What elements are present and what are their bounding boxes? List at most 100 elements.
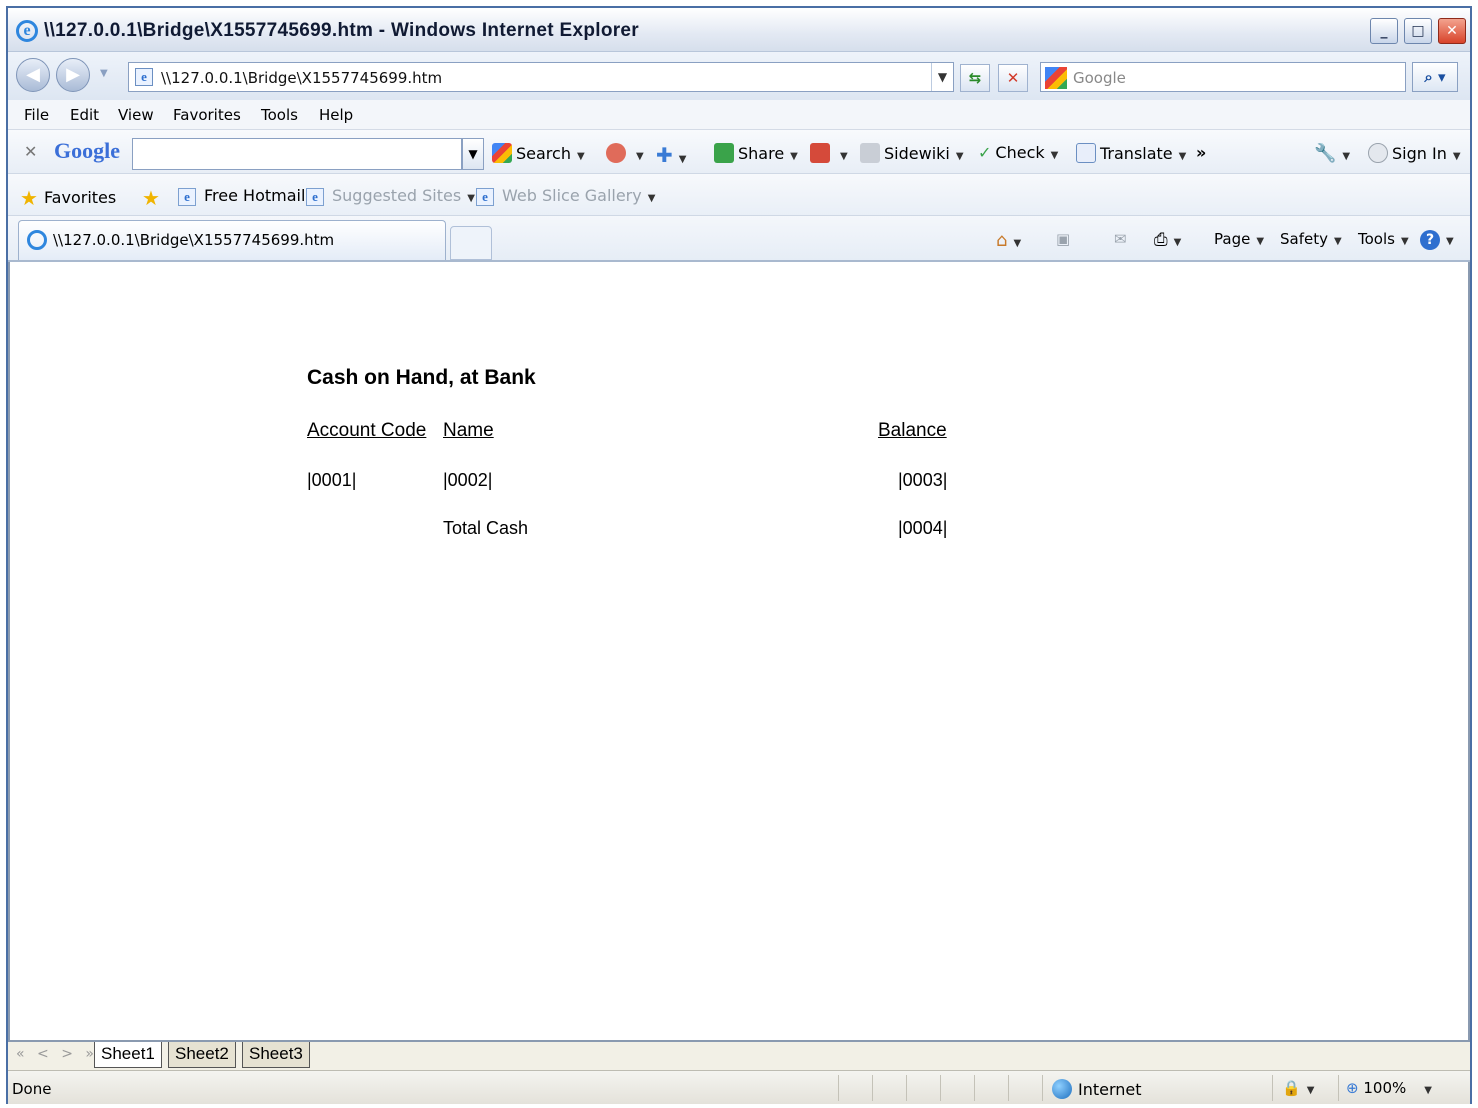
settings-wrench-button[interactable]: 🔧 ▼	[1314, 143, 1350, 164]
report-title: Cash on Hand, at Bank	[307, 366, 536, 389]
read-mail-button[interactable]: ✉	[1114, 230, 1127, 248]
feeds-button[interactable]: ▣	[1056, 230, 1070, 248]
printer-icon: ⎙	[1154, 230, 1168, 250]
sheet-tab-bar: « < > » Sheet1 Sheet2 Sheet3	[8, 1040, 1470, 1070]
translate-button[interactable]: Translate ▼	[1076, 143, 1186, 163]
tab-current[interactable]: \\127.0.0.1\Bridge\X1557745699.htm	[18, 220, 446, 260]
share-icon	[714, 143, 734, 163]
check-label: Check	[995, 143, 1045, 162]
favlink-label: Free Hotmail	[204, 186, 306, 205]
favorites-star-icon: ★	[20, 186, 38, 210]
history-dropdown-icon[interactable]: ▼	[100, 68, 108, 79]
header-account-code: Account Code	[307, 420, 427, 441]
protected-mode-button[interactable]: 🔒 ▼	[1282, 1079, 1314, 1097]
share-label: Share	[738, 144, 785, 163]
account-icon	[1368, 143, 1388, 163]
window-title: \\127.0.0.1\Bridge\X1557745699.htm - Win…	[44, 20, 639, 41]
print-button[interactable]: ⎙ ▼	[1154, 230, 1181, 250]
tools-menu[interactable]: Tools ▼	[1358, 230, 1409, 248]
favlink-free-hotmail[interactable]: e Free Hotmail	[178, 186, 305, 206]
translate-label: Translate	[1100, 144, 1173, 163]
status-divider	[872, 1075, 873, 1101]
google-search-button[interactable]: Search ▼	[492, 143, 585, 163]
ie-page-icon: e	[306, 188, 324, 206]
address-dropdown-icon[interactable]: ▼	[931, 63, 953, 91]
add-button[interactable]: ✚ ▼	[656, 143, 686, 167]
wrench-icon: 🔧	[1314, 143, 1337, 164]
favorites-button[interactable]: ★ Favorites	[20, 186, 116, 210]
sheet-tab-2[interactable]: Sheet2	[168, 1042, 236, 1068]
sign-in-button[interactable]: Sign In ▼	[1368, 143, 1461, 163]
lock-icon: 🔒	[1282, 1079, 1301, 1097]
google-toolbar-dropdown-icon[interactable]: ▼	[462, 138, 484, 170]
menu-tools[interactable]: Tools	[261, 106, 298, 124]
search-box[interactable]: Google	[1040, 62, 1406, 92]
back-button[interactable]: ◀	[16, 58, 50, 92]
page-menu[interactable]: Page ▼	[1214, 230, 1264, 248]
favlink-suggested-sites[interactable]: e Suggested Sites ▼	[306, 186, 475, 206]
home-icon: ⌂	[996, 230, 1008, 251]
mail-icon: ✉	[1114, 230, 1127, 248]
help-button[interactable]: ? ▼	[1420, 230, 1454, 250]
menu-favorites[interactable]: Favorites	[173, 106, 241, 124]
minimize-button[interactable]: _	[1370, 18, 1398, 44]
total-value: |0004|	[898, 518, 948, 538]
menu-edit[interactable]: Edit	[70, 106, 99, 124]
close-toolbar-icon[interactable]: ✕	[24, 142, 37, 161]
tools-menu-label: Tools	[1358, 230, 1395, 248]
forward-button[interactable]: ▶	[56, 58, 90, 92]
translate-icon	[1076, 143, 1096, 163]
cell-balance: |0003|	[898, 470, 948, 490]
status-divider	[1272, 1075, 1273, 1101]
sidewiki-label: Sidewiki	[884, 144, 950, 163]
menu-help[interactable]: Help	[319, 106, 353, 124]
sheet-nav-arrows[interactable]: « < > »	[16, 1046, 98, 1062]
ie-page-icon: e	[476, 188, 494, 206]
more-chevron-icon[interactable]: »	[1196, 143, 1206, 162]
close-button[interactable]: ✕	[1438, 18, 1466, 44]
stop-button[interactable]: ✕	[998, 64, 1028, 92]
zoom-level: 100%	[1363, 1079, 1407, 1097]
address-url[interactable]: \\127.0.0.1\Bridge\X1557745699.htm	[161, 69, 442, 87]
google-toolbar: ✕ Google ▼ Search ▼ ▼ ✚ ▼ Share ▼ ▼ Sidewik…	[8, 130, 1470, 174]
sidewiki-button[interactable]: Sidewiki ▼	[860, 143, 964, 163]
safety-menu[interactable]: Safety ▼	[1280, 230, 1342, 248]
favlink-label: Web Slice Gallery	[502, 186, 642, 205]
menu-view[interactable]: View	[118, 106, 154, 124]
add-to-favorites-button[interactable]: ★	[142, 186, 166, 210]
address-row: ◀ ▶ ▼ e \\127.0.0.1\Bridge\X1557745699.h…	[8, 52, 1470, 100]
favlink-web-slice-gallery[interactable]: e Web Slice Gallery ▼	[476, 186, 655, 206]
status-divider	[974, 1075, 975, 1101]
ie-tab-icon	[27, 230, 47, 250]
browser-window: e \\127.0.0.1\Bridge\X1557745699.htm - W…	[6, 6, 1472, 1104]
home-button[interactable]: ⌂ ▼	[996, 230, 1021, 251]
security-zone[interactable]: Internet	[1052, 1079, 1142, 1099]
new-tab-button[interactable]	[450, 226, 492, 260]
zoom-control[interactable]: ⊕ 100% ▼	[1346, 1079, 1432, 1097]
ie-page-icon: e	[178, 188, 196, 206]
plus-icon: ✚	[656, 143, 673, 167]
status-divider	[1042, 1075, 1043, 1101]
search-button[interactable]: ⌕ ▾	[1412, 62, 1458, 92]
google-logo-text: Google	[54, 138, 120, 163]
bookmark-icon	[606, 143, 626, 163]
google-toolbar-input[interactable]	[132, 138, 462, 170]
bookmarks-button[interactable]: ▼	[606, 143, 644, 163]
sheet-tab-3[interactable]: Sheet3	[242, 1042, 310, 1068]
address-bar[interactable]: e \\127.0.0.1\Bridge\X1557745699.htm ▼	[128, 62, 954, 92]
menu-file[interactable]: File	[24, 106, 49, 124]
favorites-bar: ★ Favorites ★ e Free Hotmail e Suggested Si…	[8, 174, 1470, 216]
google-search-icon	[1045, 67, 1067, 89]
search-placeholder[interactable]: Google	[1073, 69, 1126, 87]
cell-account-code: |0001|	[307, 470, 357, 490]
refresh-button[interactable]: ⇆	[960, 64, 990, 92]
share-button[interactable]: Share ▼	[714, 143, 798, 163]
sheet-tab-1[interactable]: Sheet1	[94, 1042, 162, 1068]
popup-blocker-icon	[810, 143, 830, 163]
maximize-button[interactable]: □	[1404, 18, 1432, 44]
zone-label: Internet	[1078, 1080, 1142, 1099]
spell-check-button[interactable]: ✓ Check ▼	[978, 143, 1058, 162]
popup-blocker-button[interactable]: ▼	[810, 143, 848, 163]
cell-name: |0002|	[443, 470, 493, 490]
sidewiki-icon	[860, 143, 880, 163]
